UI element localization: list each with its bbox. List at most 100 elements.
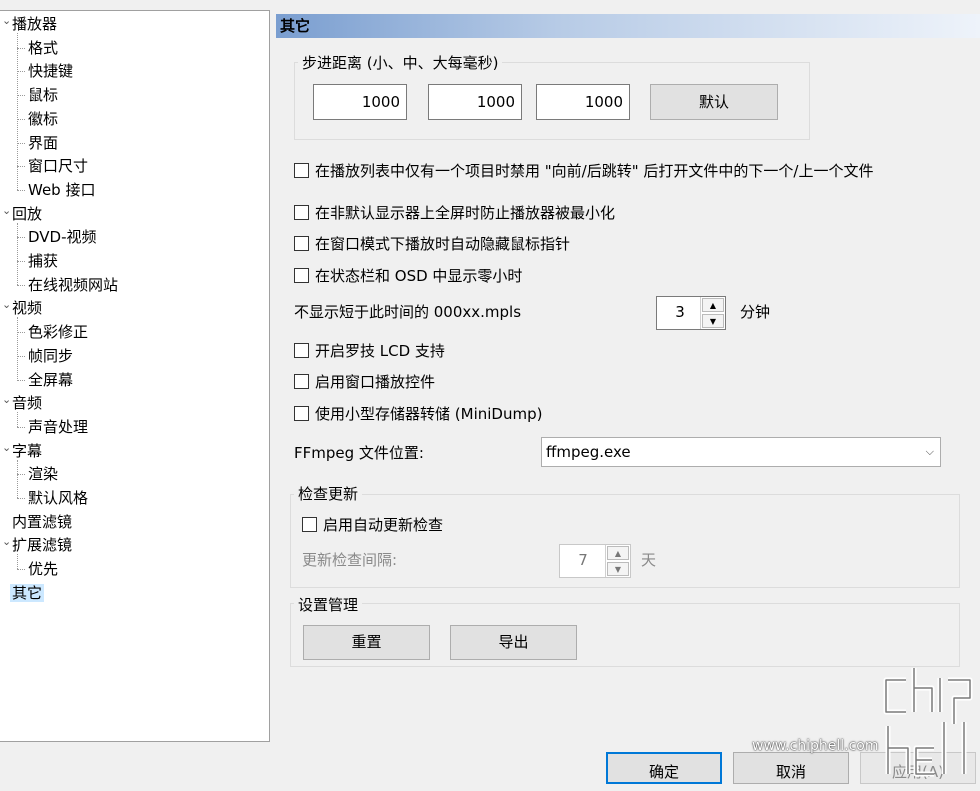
ffmpeg-location-select[interactable]: ffmpeg.exe ⌵	[541, 437, 941, 467]
tree-item-label: Web 接口	[28, 180, 96, 199]
spin-up-icon[interactable]: ▲	[702, 298, 724, 312]
checkbox-box[interactable]	[294, 406, 309, 421]
update-interval-value: 7	[578, 551, 588, 569]
checkbox-prevent-minimize[interactable]: 在非默认显示器上全屏时防止播放器被最小化	[294, 202, 615, 224]
step-large-input[interactable]: 1000	[536, 84, 630, 120]
expand-chevron-icon[interactable]: ⌄	[2, 531, 11, 553]
tree-item[interactable]: ⌄ 字幕	[2, 440, 44, 462]
settings-management-label: 设置管理	[294, 595, 363, 615]
tree-item[interactable]: 在线视频网站	[26, 274, 120, 296]
tree-connector	[17, 379, 25, 381]
checkbox-box[interactable]	[302, 517, 317, 532]
tree-item[interactable]: Web 接口	[26, 179, 97, 201]
checkbox-label: 使用小型存储器转储 (MiniDump)	[315, 405, 543, 423]
tree-item-label: 快捷键	[28, 62, 74, 81]
tree-connector	[17, 142, 25, 144]
tree-item[interactable]: 渲染	[26, 463, 60, 485]
tree-item[interactable]: DVD-视频	[26, 226, 99, 248]
tree-item[interactable]: 捕获	[26, 250, 60, 272]
tree-connector	[17, 498, 25, 499]
tree-item[interactable]: 内置滤镜	[10, 511, 74, 533]
tree-item-label: 优先	[28, 560, 59, 579]
ffmpeg-label: FFmpeg 文件位置:	[294, 444, 424, 462]
tree-item[interactable]: 色彩修正	[26, 321, 90, 343]
checkbox-box[interactable]	[294, 374, 309, 389]
mpls-minutes-spinner[interactable]: 3 ▲ ▼	[656, 296, 726, 330]
check-update-label: 检查更新	[294, 484, 363, 504]
tree-item[interactable]: 优先	[26, 558, 60, 580]
tree-item[interactable]: ⌄ 回放	[2, 203, 44, 225]
export-button[interactable]: 导出	[450, 625, 577, 660]
ffmpeg-location-value: ffmpeg.exe	[546, 443, 631, 461]
settings-page: 其它 步进距离 (小、中、大每毫秒) 1000 1000 1000 默认 在播放…	[276, 10, 980, 742]
watermark-logo	[880, 664, 978, 786]
tree-item[interactable]: 格式	[26, 37, 60, 59]
expand-chevron-icon[interactable]: ⌄	[2, 294, 11, 316]
tree-item-label: 格式	[28, 38, 59, 57]
expand-chevron-icon[interactable]: ⌄	[2, 200, 11, 222]
checkbox-show-zero-hours[interactable]: 在状态栏和 OSD 中显示零小时	[294, 265, 522, 287]
checkbox-box[interactable]	[294, 268, 309, 283]
tree-item-label: 窗口尺寸	[28, 157, 89, 176]
ok-button[interactable]: 确定	[606, 752, 722, 784]
tree-item-label: 声音处理	[28, 417, 89, 436]
tree-item[interactable]: ⌄ 播放器	[2, 13, 59, 35]
update-interval-spinner[interactable]: 7 ▲ ▼	[559, 544, 631, 578]
checkbox-disable-skip-single-item[interactable]: 在播放列表中仅有一个项目时禁用 "向前/后跳转" 后打开文件中的下一个/上一个文…	[294, 160, 873, 182]
tree-item[interactable]: 全屏幕	[26, 369, 75, 391]
checkbox-box[interactable]	[294, 343, 309, 358]
checkbox-auto-update[interactable]: 启用自动更新检查	[302, 514, 443, 536]
mpls-minutes-value: 3	[675, 303, 685, 321]
checkbox-box[interactable]	[294, 205, 309, 220]
tree-connector	[17, 284, 25, 286]
expand-chevron-icon[interactable]: ⌄	[2, 10, 11, 32]
tree-item[interactable]: 界面	[26, 132, 60, 154]
step-medium-input[interactable]: 1000	[428, 84, 522, 120]
spin-up-icon[interactable]: ▲	[607, 546, 629, 560]
tree-item[interactable]: 鼠标	[26, 84, 60, 106]
expand-chevron-icon[interactable]: ⌄	[2, 389, 11, 411]
tree-item-label: 其它	[10, 583, 45, 602]
checkbox-auto-hide-cursor[interactable]: 在窗口模式下播放时自动隐藏鼠标指针	[294, 233, 570, 255]
tree-connector	[17, 95, 25, 97]
chevron-down-icon[interactable]: ⌵	[926, 438, 934, 466]
spinner-arrows: ▲ ▼	[605, 545, 630, 577]
tree-item[interactable]: ⌄ 视频	[2, 297, 44, 319]
tree-connector	[17, 189, 25, 191]
tree-connector	[17, 33, 18, 190]
reset-button[interactable]: 重置	[303, 625, 430, 660]
tree-item[interactable]: ⌄ 音频	[2, 392, 44, 414]
tree-connector	[17, 47, 25, 49]
expand-chevron-icon[interactable]: ⌄	[2, 437, 11, 459]
tree-item[interactable]: 声音处理	[26, 416, 90, 438]
tree-connector	[17, 332, 25, 334]
checkbox-box[interactable]	[294, 163, 309, 178]
spinner-arrows: ▲ ▼	[700, 297, 725, 329]
cancel-button[interactable]: 取消	[733, 752, 849, 784]
mpls-label: 不显示短于此时间的 000xx.mpls	[294, 303, 522, 321]
step-default-button[interactable]: 默认	[650, 84, 778, 120]
checkbox-label: 开启罗技 LCD 支持	[315, 342, 445, 360]
checkbox-minidump[interactable]: 使用小型存储器转储 (MiniDump)	[294, 403, 542, 425]
tree-item[interactable]: ⌄ 扩展滤镜	[2, 534, 74, 556]
tree-item[interactable]: 帧同步	[26, 345, 75, 367]
checkbox-label: 在窗口模式下播放时自动隐藏鼠标指针	[315, 235, 571, 253]
spin-down-icon[interactable]: ▼	[702, 314, 724, 328]
checkbox-window-controls[interactable]: 启用窗口播放控件	[294, 371, 435, 393]
tree-item[interactable]: 默认风格	[26, 487, 90, 509]
tree-item[interactable]: 窗口尺寸	[26, 155, 90, 177]
checkbox-box[interactable]	[294, 236, 309, 251]
tree-item[interactable]: 快捷键	[26, 60, 75, 82]
tree-item-label: 回放	[12, 204, 43, 223]
tree-item-label: 徽标	[28, 109, 59, 128]
checkbox-logitech-lcd[interactable]: 开启罗技 LCD 支持	[294, 340, 445, 362]
tree-connector	[17, 554, 18, 570]
tree-item[interactable]: 徽标	[26, 108, 60, 130]
step-small-input[interactable]: 1000	[313, 84, 407, 120]
tree-connector	[17, 426, 25, 428]
tree-connector	[17, 317, 18, 380]
tree-item[interactable]: 其它	[10, 582, 45, 604]
checkbox-label: 启用窗口播放控件	[315, 373, 436, 391]
spin-down-icon[interactable]: ▼	[607, 562, 629, 576]
step-distance-label: 步进距离 (小、中、大每毫秒)	[298, 53, 503, 73]
